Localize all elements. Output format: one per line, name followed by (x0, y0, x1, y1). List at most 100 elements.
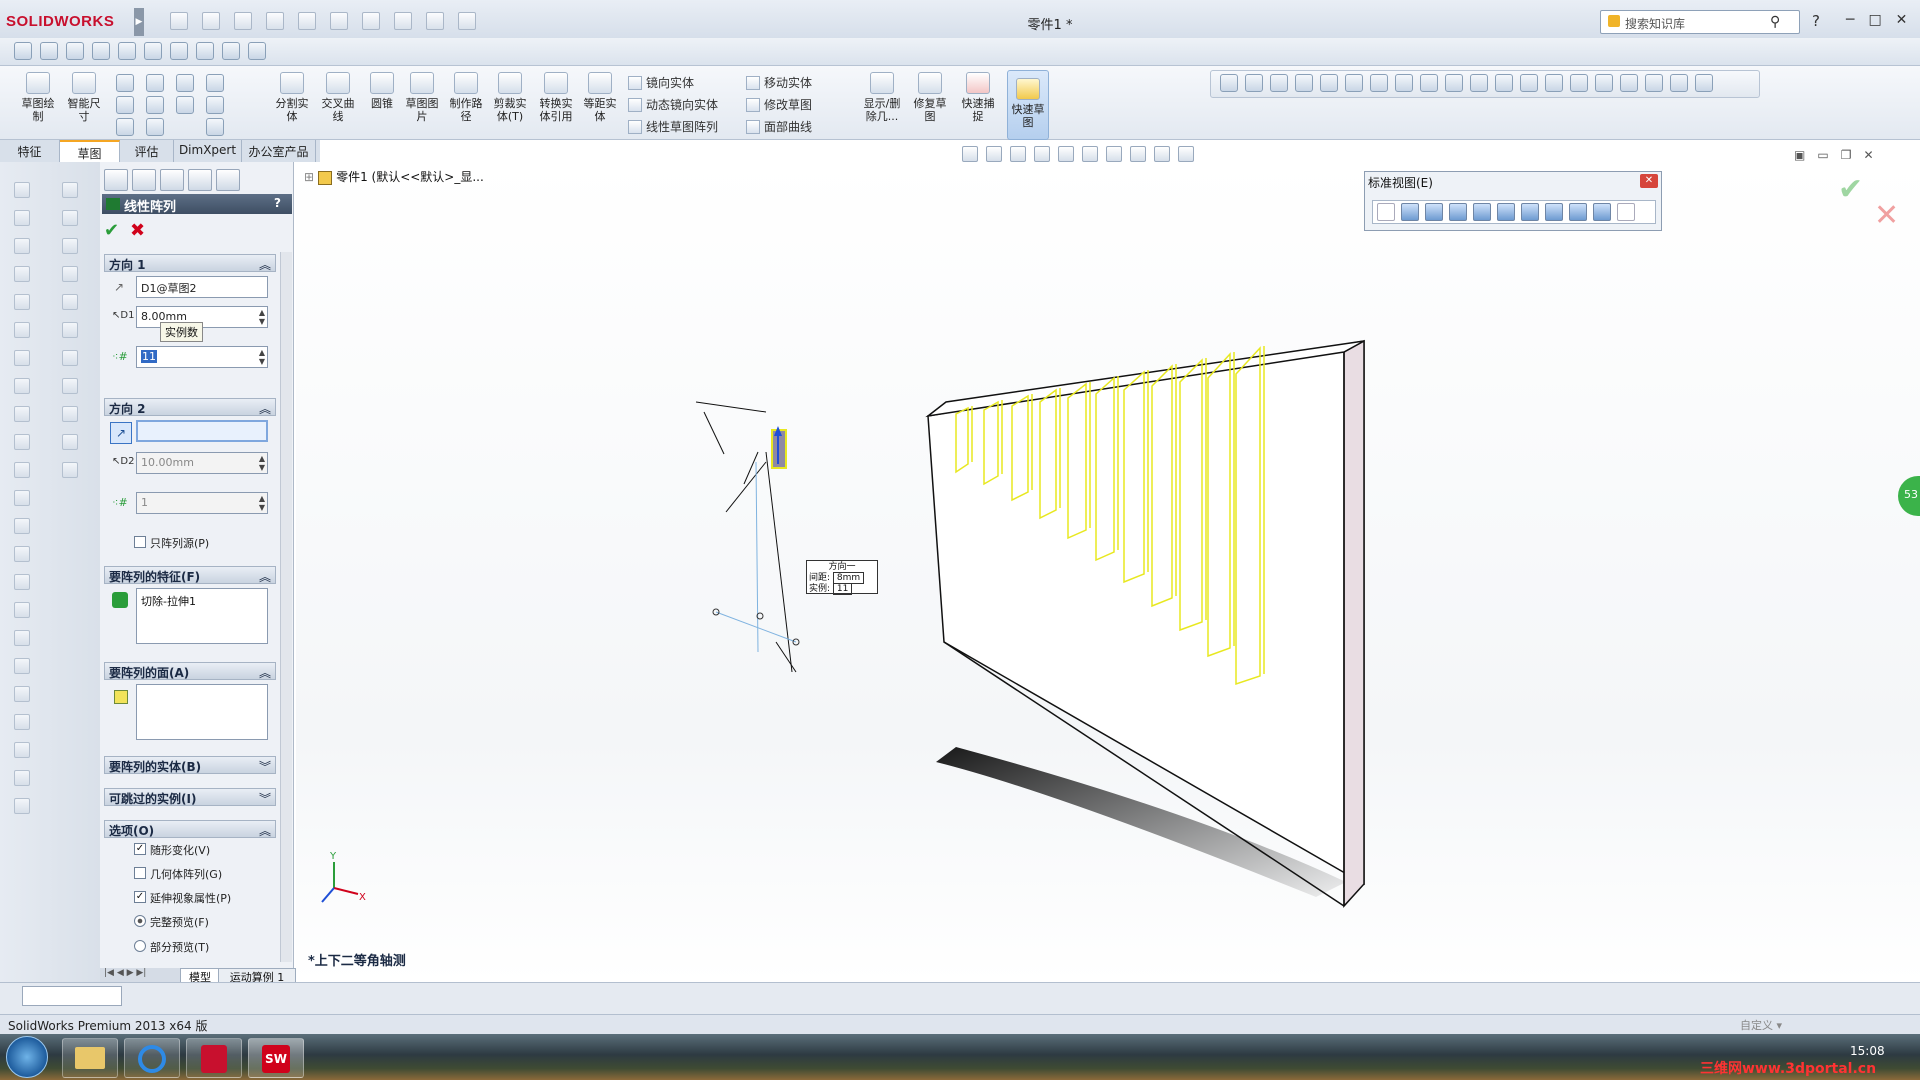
zebra-icon[interactable] (1620, 74, 1638, 92)
mass-properties-icon[interactable] (1270, 74, 1288, 92)
display-style-icon[interactable] (1082, 146, 1098, 162)
options-icon[interactable] (458, 12, 476, 30)
view-orientation-icon[interactable] (118, 42, 136, 60)
ellipse-icon[interactable] (146, 118, 164, 136)
direction2-reference-field[interactable] (136, 420, 268, 442)
doc-close-icon[interactable]: ✕ (1863, 148, 1873, 162)
hole-wizard-icon[interactable] (14, 322, 30, 338)
symmetry-icon[interactable] (1645, 74, 1663, 92)
zoom-area-icon[interactable] (986, 146, 1002, 162)
direction2-count-field[interactable]: 1 ▲ ▼ (136, 492, 268, 514)
apply-scene-icon[interactable] (222, 42, 240, 60)
faces-list[interactable] (136, 684, 268, 740)
previous-view-icon[interactable] (1010, 146, 1026, 162)
feature-manager-tab-icon[interactable] (104, 169, 128, 191)
full-preview-radio[interactable] (134, 915, 146, 927)
apply-scene-icon[interactable] (1154, 146, 1170, 162)
bodies-to-pattern-header[interactable]: 要阵列的实体(B) ︾ (104, 756, 276, 774)
taskbar-acrobat[interactable] (186, 1038, 242, 1078)
ok-button[interactable]: ✔ (104, 220, 119, 241)
pattern-seed-only-checkbox[interactable] (134, 536, 146, 548)
statistics-icon[interactable] (1345, 74, 1363, 92)
start-button[interactable] (6, 1036, 48, 1078)
curvature-icon[interactable] (1595, 74, 1613, 92)
spinner-icon[interactable]: ▲ ▼ (259, 348, 265, 366)
direction1-count-field[interactable]: 11 ▲ ▼ (136, 346, 268, 368)
status-right[interactable]: 自定义 ▾ (1740, 1017, 1782, 1033)
doc-restore-icon[interactable]: ❐ (1841, 148, 1852, 162)
arc-icon[interactable] (176, 74, 194, 92)
direction1-reference-field[interactable]: D1@草图2 (136, 276, 268, 298)
section-view-icon[interactable] (92, 42, 110, 60)
feature-item[interactable]: 切除-拉伸1 (141, 595, 196, 608)
tab-dimxpert[interactable]: DimXpert (174, 140, 242, 162)
previous-view-icon[interactable] (66, 42, 84, 60)
direction1-header[interactable]: 方向 1 ︽ (104, 254, 276, 272)
parting-line-icon[interactable] (1545, 74, 1563, 92)
deform-icon[interactable] (14, 630, 30, 646)
open-file-icon[interactable] (202, 12, 220, 30)
swept-boss-icon[interactable] (14, 238, 30, 254)
face-curves-button[interactable]: 面部曲线 (746, 118, 812, 135)
pattern-callout[interactable]: 方向一 间距: 8mm 实例: 11 (806, 560, 878, 595)
property-manager-tab-icon[interactable] (132, 169, 156, 191)
plane-icon[interactable] (206, 118, 224, 136)
solidworks-logo[interactable]: SOLIDWORKS (6, 8, 136, 36)
slot-icon[interactable] (116, 118, 134, 136)
spinner-icon[interactable]: ▲ ▼ (259, 308, 265, 326)
spinner-icon[interactable]: ▲ ▼ (259, 454, 265, 472)
view-settings-icon[interactable] (1178, 146, 1194, 162)
instances-to-skip-header[interactable]: 可跳过的实例(I) ︾ (104, 788, 276, 806)
mirror-feature-icon[interactable] (62, 378, 78, 394)
sensor-icon[interactable] (1320, 74, 1338, 92)
draft-icon[interactable] (62, 266, 78, 282)
close-button[interactable]: ✕ (1896, 12, 1908, 28)
rectangle-icon[interactable] (116, 96, 134, 114)
taskbar-explorer[interactable] (62, 1038, 118, 1078)
file-properties-icon[interactable] (426, 12, 444, 30)
zoom-to-fit-icon[interactable] (14, 42, 32, 60)
cancel-button[interactable]: ✖ (130, 220, 145, 241)
view-settings-icon[interactable] (248, 42, 266, 60)
undercut-icon[interactable] (1520, 74, 1538, 92)
circle-icon[interactable] (146, 74, 164, 92)
vary-sketch-checkbox[interactable]: ✓ (134, 843, 146, 855)
tab-office-products[interactable]: 办公室产品 (242, 140, 316, 162)
tab-evaluate[interactable]: 评估 (120, 140, 174, 162)
help-icon[interactable]: ? (1812, 12, 1820, 30)
check-icon[interactable] (1370, 74, 1388, 92)
pm-help-button[interactable]: ? (274, 196, 281, 210)
curves-icon[interactable] (62, 434, 78, 450)
geometry-analysis-icon[interactable] (1395, 74, 1413, 92)
display-manager-tab-icon[interactable] (216, 169, 240, 191)
configuration-manager-tab-icon[interactable] (160, 169, 184, 191)
direction2-spacing-field[interactable]: 10.00mm ▲ ▼ (136, 452, 268, 474)
model-viewport[interactable]: Y X (296, 162, 1920, 982)
minimize-button[interactable]: ─ (1846, 12, 1854, 28)
import-diagnostics-icon[interactable] (1420, 74, 1438, 92)
reference-geometry-icon[interactable] (62, 406, 78, 422)
thickness-icon[interactable] (1570, 74, 1588, 92)
zoom-to-area-icon[interactable] (40, 42, 58, 60)
tab-scroll-arrows[interactable]: |◀ ◀ ▶ ▶| (104, 968, 146, 978)
table-pattern-icon[interactable] (14, 770, 30, 786)
new-file-icon[interactable] (170, 12, 188, 30)
edit-appearance-icon[interactable] (1130, 146, 1146, 162)
options-header[interactable]: 选项(O) ︽ (104, 820, 276, 838)
smart-dimension-button[interactable]: 智能尺 寸 (58, 72, 110, 123)
boundary-cut-icon[interactable] (14, 434, 30, 450)
costing-icon[interactable] (1695, 74, 1713, 92)
revolved-cut-icon[interactable] (14, 350, 30, 366)
pm-scrollbar[interactable] (280, 252, 292, 962)
modify-sketch-button[interactable]: 修改草图 (746, 96, 812, 113)
zoom-fit-icon[interactable] (962, 146, 978, 162)
trim-entities-button[interactable]: 剪裁实 体(T) (484, 72, 536, 123)
shell-icon[interactable] (62, 294, 78, 310)
line-icon[interactable] (116, 74, 134, 92)
undo-icon[interactable] (298, 12, 316, 30)
print-icon[interactable] (266, 12, 284, 30)
fillet-icon[interactable] (62, 182, 78, 198)
features-list[interactable]: 切除-拉伸1 (136, 588, 268, 644)
save-icon[interactable] (234, 12, 252, 30)
fastening-icon[interactable] (14, 714, 30, 730)
